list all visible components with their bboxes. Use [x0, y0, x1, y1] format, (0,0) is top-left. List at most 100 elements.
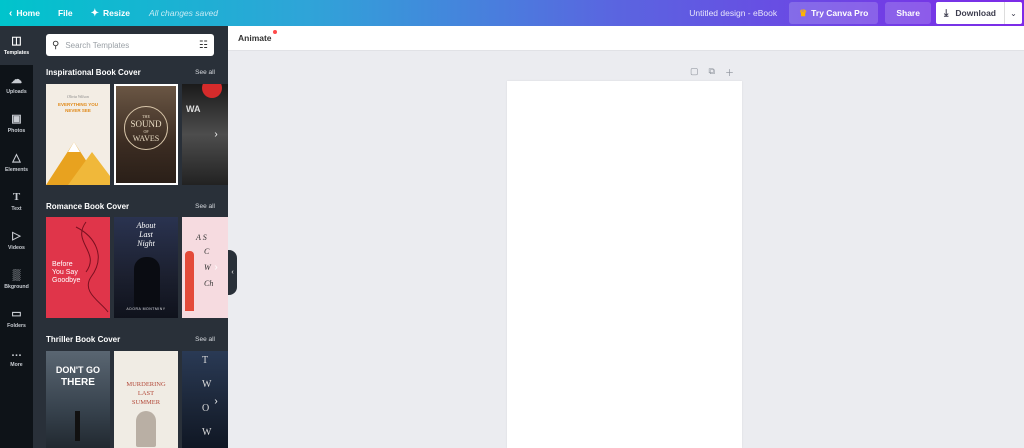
- cover-title-line: W: [202, 379, 212, 390]
- cover-title-line: MURDERING: [126, 381, 166, 388]
- rail-item-elements[interactable]: △ Elements: [0, 143, 33, 182]
- see-all-link[interactable]: See all: [195, 69, 215, 76]
- animate-label: Animate: [238, 33, 272, 43]
- cover-title-line: THERE: [61, 377, 95, 388]
- templates-panel: ⚲ ☷ Inspirational Book Cover See all Oli…: [33, 26, 228, 448]
- template-thumbnail[interactable]: About Last Night ADORA MONTMINY: [114, 217, 178, 318]
- cover-title-line: A S: [196, 233, 207, 242]
- rail-label: Text: [11, 205, 22, 212]
- section-header: Thriller Book Cover See all: [46, 335, 215, 344]
- download-options-button[interactable]: ⌄: [1004, 2, 1022, 24]
- download-label: Download: [955, 8, 996, 18]
- file-label: File: [57, 8, 73, 18]
- text-icon: T: [12, 190, 21, 203]
- search-box[interactable]: ⚲ ☷: [46, 34, 214, 56]
- rail-item-uploads[interactable]: ☁ Uploads: [0, 65, 33, 104]
- rail-label: More: [10, 361, 23, 368]
- template-thumbnail[interactable]: Before You Say Goodbye: [46, 217, 110, 318]
- mountain-illustration: [46, 142, 110, 185]
- rail-label: Templates: [3, 49, 30, 56]
- section-header: Inspirational Book Cover See all: [46, 68, 215, 77]
- cover-title-line: LAST: [137, 390, 155, 397]
- cover-title-line: T: [202, 355, 209, 366]
- woman-illustration: [185, 251, 194, 311]
- home-button[interactable]: ‹ Home: [0, 0, 49, 26]
- cover-title-line: Ch: [204, 279, 214, 288]
- download-button[interactable]: ⤓ Download: [935, 2, 1004, 24]
- rail-item-text[interactable]: T Text: [0, 182, 33, 221]
- resize-button[interactable]: ✦ Resize: [82, 0, 139, 26]
- search-input[interactable]: [65, 40, 200, 50]
- rail-label: Videos: [8, 244, 25, 251]
- chevron-right-icon[interactable]: ›: [210, 261, 222, 273]
- collapse-panel-button[interactable]: ‹: [228, 250, 237, 295]
- template-thumbnail[interactable]: MURDERING LAST SUMMER: [114, 351, 178, 448]
- rail-item-folders[interactable]: ▭ Folders: [0, 299, 33, 338]
- save-status: All changes saved: [148, 8, 218, 18]
- rail-label: Photos: [7, 127, 26, 134]
- see-all-link[interactable]: See all: [195, 203, 215, 210]
- image-icon: ▣: [11, 112, 22, 125]
- cover-title-line: About: [136, 221, 156, 230]
- chevron-right-icon[interactable]: ›: [210, 395, 222, 407]
- cover-title-line: WAVES: [132, 134, 160, 143]
- try-canva-pro-button[interactable]: ♛ Try Canva Pro: [789, 2, 879, 24]
- template-thumbnail[interactable]: DON'T GO THERE: [46, 351, 110, 448]
- figure-silhouette: [75, 411, 80, 441]
- rail-item-videos[interactable]: ▷ Videos: [0, 221, 33, 260]
- rail-item-templates[interactable]: ◫ Templates: [0, 26, 33, 65]
- hand-illustration: [136, 411, 156, 447]
- cover-title-line: O: [202, 403, 210, 414]
- cover-author: Olivia Wilson: [67, 94, 89, 99]
- cover-title-line: W: [202, 427, 212, 438]
- see-all-link[interactable]: See all: [195, 336, 215, 343]
- template-row: DON'T GO THERE MURDERING LAST SUMMER T W…: [46, 351, 228, 448]
- template-row: Olivia Wilson EVERYTHING YOU NEVER SEE T…: [46, 84, 228, 185]
- templates-icon: ◫: [11, 34, 22, 47]
- ellipsis-icon: …: [11, 346, 22, 359]
- rail-item-background[interactable]: ▒ Bkground: [0, 260, 33, 299]
- template-row: Before You Say Goodbye About Last Night …: [46, 217, 228, 318]
- share-button[interactable]: Share: [885, 2, 931, 24]
- crown-icon: ♛: [799, 7, 808, 18]
- filter-icon[interactable]: ☷: [199, 40, 208, 51]
- note-icon[interactable]: ▢: [690, 66, 699, 79]
- rail-item-photos[interactable]: ▣ Photos: [0, 104, 33, 143]
- section-header: Romance Book Cover See all: [46, 202, 215, 211]
- cover-title-line: Last: [139, 230, 153, 239]
- cover-title-line: WA: [186, 104, 201, 114]
- search-icon: ⚲: [52, 39, 60, 51]
- template-thumbnail[interactable]: THE SOUND OF WAVES: [114, 84, 178, 185]
- animate-button[interactable]: Animate: [238, 30, 277, 43]
- background-icon: ▒: [12, 268, 21, 281]
- share-label: Share: [896, 8, 920, 18]
- resize-label: Resize: [103, 8, 130, 18]
- document-title[interactable]: Untitled design - eBook: [689, 8, 789, 18]
- download-icon: ⤓: [943, 7, 949, 19]
- cover-title-line: SOUND: [130, 119, 162, 129]
- notification-dot: [272, 30, 277, 34]
- file-menu-button[interactable]: File: [49, 0, 82, 26]
- page-tools: ▢ ⧉ ＋: [690, 66, 734, 79]
- rail-label: Folders: [7, 322, 26, 329]
- design-page[interactable]: [507, 81, 742, 448]
- add-page-icon[interactable]: ＋: [725, 66, 734, 79]
- couple-silhouette: [134, 257, 160, 307]
- duplicate-page-icon[interactable]: ⧉: [709, 66, 715, 79]
- editor-toolbar: Animate: [228, 26, 1024, 51]
- chevron-down-icon: ⌄: [1010, 8, 1017, 18]
- folder-icon: ▭: [11, 307, 22, 320]
- template-thumbnail[interactable]: Olivia Wilson EVERYTHING YOU NEVER SEE: [46, 84, 110, 185]
- cover-title-line: Night: [137, 239, 155, 248]
- cover-title-line: SUMMER: [131, 399, 161, 406]
- cover-title-line: Before: [52, 261, 73, 268]
- red-circle-ornament: [202, 84, 222, 98]
- cover-title-line: NEVER SEE: [65, 108, 91, 113]
- chevron-left-icon: ‹: [9, 7, 13, 19]
- rail-label: Uploads: [6, 88, 27, 95]
- section-title: Thriller Book Cover: [46, 335, 121, 344]
- chevron-right-icon[interactable]: ›: [210, 128, 222, 140]
- cover-title-line: EVERYTHING YOU: [57, 102, 98, 107]
- rail-item-more[interactable]: … More: [0, 338, 33, 377]
- section-title: Inspirational Book Cover: [46, 68, 141, 77]
